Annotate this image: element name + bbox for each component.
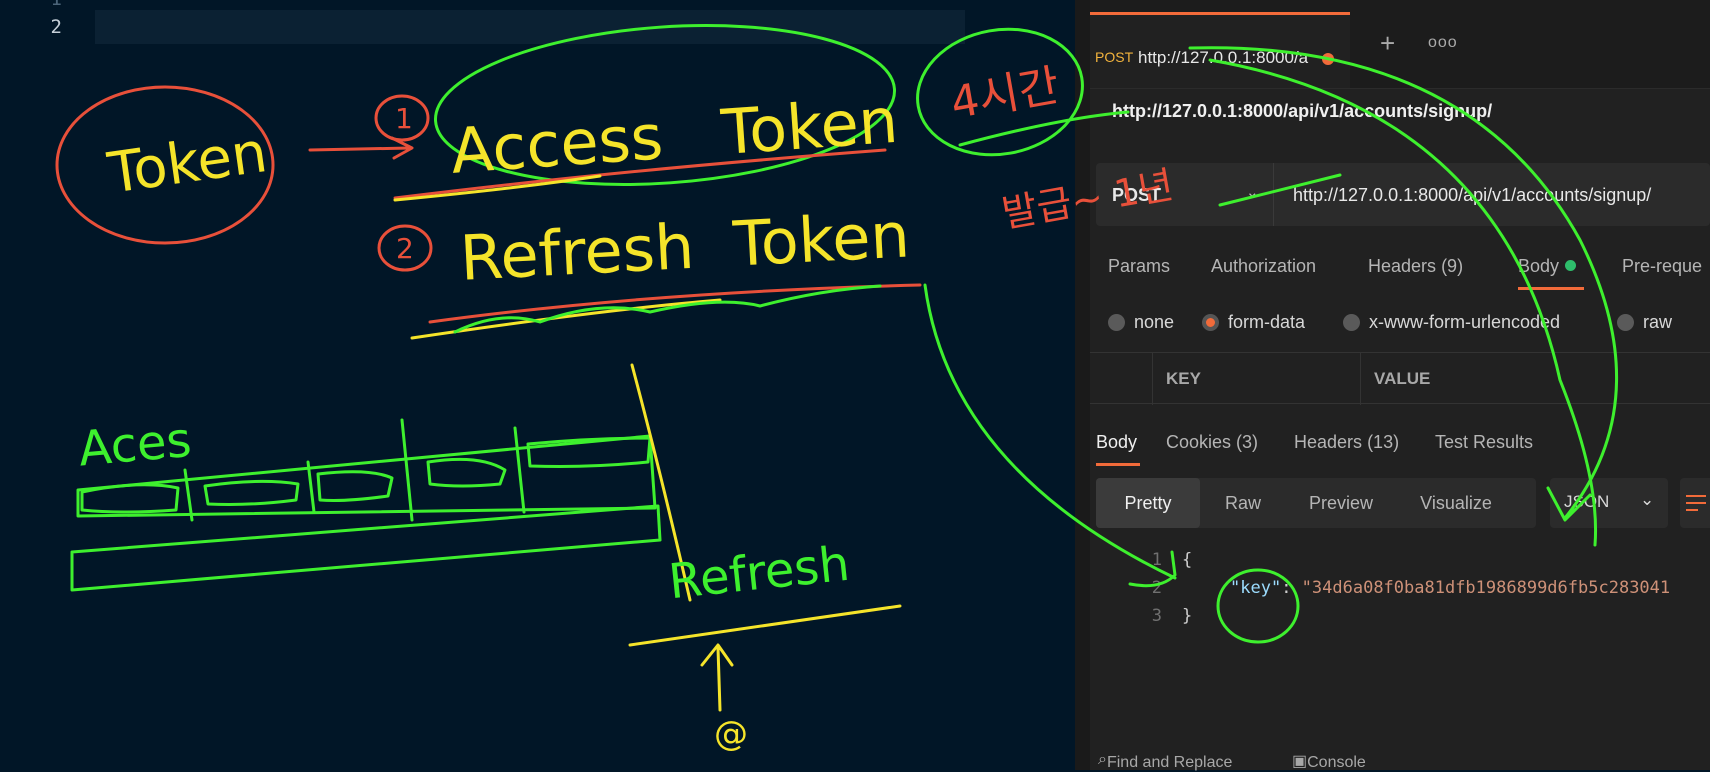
find-replace-button[interactable]: ⌕ Find and Replace xyxy=(1098,751,1232,771)
view-preview-button[interactable]: Preview xyxy=(1286,478,1396,528)
format-select[interactable]: JSON ⌄ xyxy=(1550,478,1668,528)
radio-circle xyxy=(1617,314,1634,331)
unsaved-dot-icon xyxy=(1322,53,1334,65)
active-resp-tab-underline xyxy=(1096,463,1140,466)
url-input[interactable]: http://127.0.0.1:8000/api/v1/accounts/si… xyxy=(1293,185,1651,206)
resp-headers-label: Headers xyxy=(1294,432,1363,452)
tab-method: POST xyxy=(1095,49,1134,65)
radio-label: none xyxy=(1134,312,1175,332)
line-number: 2 xyxy=(50,16,62,38)
request-tab[interactable]: POST http://127.0.0.1:8000/a xyxy=(1090,12,1350,88)
params-table-header: KEY VALUE xyxy=(1090,352,1710,405)
console-label: Console xyxy=(1307,754,1366,771)
view-raw-button[interactable]: Raw xyxy=(1200,478,1286,528)
json-colon: : xyxy=(1281,578,1302,598)
value-column-header: VALUE xyxy=(1374,369,1431,388)
radio-label: form-data xyxy=(1228,312,1306,332)
resp-tab-cookies[interactable]: Cookies (3) xyxy=(1166,432,1258,453)
tab-body[interactable]: Body xyxy=(1518,256,1577,277)
tab-authorization[interactable]: Authorization xyxy=(1211,256,1316,277)
method-label: POST xyxy=(1112,185,1162,205)
code-line-number: 2 xyxy=(1151,578,1162,598)
radio-label: raw xyxy=(1643,312,1673,332)
cookies-label: Cookies xyxy=(1166,432,1232,452)
tab-pre-request[interactable]: Pre-reque xyxy=(1622,256,1702,277)
status-footer: ⌕ Find and Replace ▣ Console xyxy=(1090,748,1710,771)
radio-label: x-www-form-urlencoded xyxy=(1369,312,1561,332)
wrap-lines-icon[interactable] xyxy=(1680,478,1710,528)
view-pretty-button[interactable]: Pretty xyxy=(1096,478,1200,528)
tab-headers-label: Headers xyxy=(1368,256,1437,276)
tab-headers[interactable]: Headers (9) xyxy=(1368,256,1463,277)
code-line-number: 1 xyxy=(1151,550,1162,570)
json-key: "key" xyxy=(1230,578,1282,598)
key-column-header: KEY xyxy=(1166,369,1201,388)
radio-form-data[interactable]: form-data xyxy=(1202,312,1305,333)
code-line: "key": "34d6a08f0ba81dfb1986899d6fb5c283… xyxy=(1230,578,1670,598)
tab-body-label: Body xyxy=(1518,256,1560,276)
code-line-number: 3 xyxy=(1151,606,1162,626)
radio-raw[interactable]: raw xyxy=(1617,312,1672,333)
pane-divider[interactable] xyxy=(1075,0,1090,770)
tab-url: http://127.0.0.1:8000/a xyxy=(1138,48,1309,67)
radio-circle xyxy=(1202,314,1219,331)
request-tab-bar: POST http://127.0.0.1:8000/a + ooo xyxy=(1090,0,1710,89)
resp-tab-body[interactable]: Body xyxy=(1096,432,1137,453)
request-url-bar: POST ⌄ http://127.0.0.1:8000/api/v1/acco… xyxy=(1096,163,1710,226)
view-mode-bar: Pretty Raw Preview Visualize xyxy=(1096,478,1536,528)
chevron-down-icon: ⌄ xyxy=(1640,490,1655,509)
resp-tab-headers[interactable]: Headers (13) xyxy=(1294,432,1399,453)
wrap-icon-graphic xyxy=(1686,495,1706,511)
method-select[interactable]: POST ⌄ xyxy=(1096,163,1274,226)
new-tab-plus-icon[interactable]: + xyxy=(1380,28,1395,59)
radio-none[interactable]: none xyxy=(1108,312,1174,333)
active-tab-underline xyxy=(1518,287,1584,290)
cookies-count: (3) xyxy=(1236,432,1259,452)
code-editor[interactable]: 1 2 xyxy=(0,0,1075,770)
current-line-highlight xyxy=(95,10,965,44)
view-visualize-button[interactable]: Visualize xyxy=(1396,478,1516,528)
console-button[interactable]: ▣ Console xyxy=(1292,751,1366,771)
format-label: JSON xyxy=(1564,492,1610,511)
column-divider xyxy=(1360,353,1361,405)
request-title[interactable]: http://127.0.0.1:8000/api/v1/accounts/si… xyxy=(1112,101,1492,122)
headers-count: (9) xyxy=(1441,256,1464,276)
resp-headers-count: (13) xyxy=(1367,432,1400,452)
radio-circle xyxy=(1108,314,1125,331)
radio-urlencoded[interactable]: x-www-form-urlencoded xyxy=(1343,312,1560,333)
tab-params[interactable]: Params xyxy=(1108,256,1170,277)
code-line: } xyxy=(1182,606,1193,626)
json-value: "34d6a08f0ba81dfb1986899d6fb5c283041 xyxy=(1301,578,1671,598)
chevron-down-icon: ⌄ xyxy=(1246,184,1259,201)
radio-circle xyxy=(1343,314,1360,331)
find-replace-label: Find and Replace xyxy=(1106,754,1233,771)
line-number: 1 xyxy=(0,0,62,10)
body-indicator-dot xyxy=(1565,260,1577,271)
resp-tab-test-results[interactable]: Test Results xyxy=(1435,432,1533,453)
postman-panel: POST http://127.0.0.1:8000/a + ooo http:… xyxy=(1090,0,1710,771)
code-line: { xyxy=(1182,550,1193,570)
column-divider xyxy=(1152,353,1153,405)
more-tabs-icon[interactable]: ooo xyxy=(1428,34,1458,52)
